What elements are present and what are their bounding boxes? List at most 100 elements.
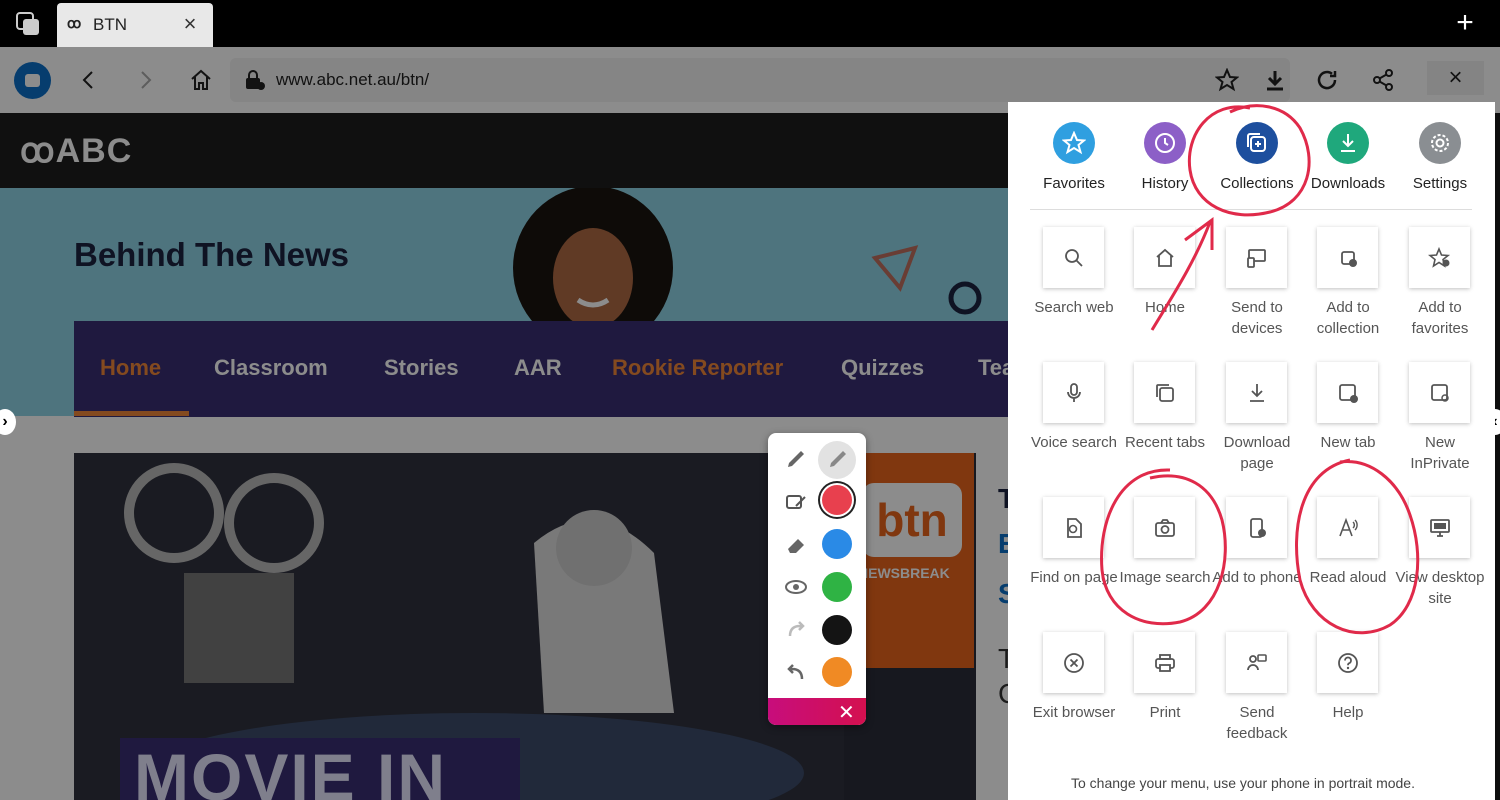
redo-icon[interactable]: [784, 618, 808, 642]
menu-print-tile: [1134, 632, 1195, 693]
menu-download-page[interactable]: Download page: [1211, 362, 1303, 482]
menu-favorites[interactable]: Favorites: [1028, 122, 1120, 197]
close-menu-button[interactable]: ×: [1427, 61, 1484, 95]
active-nav-underline: [74, 411, 189, 416]
page-title: Behind The News: [74, 236, 350, 273]
menu-recent-tabs[interactable]: Recent tabs: [1119, 362, 1211, 482]
view-desktop-site-icon: [1429, 518, 1450, 537]
undo-icon[interactable]: [784, 661, 808, 685]
nav-aar[interactable]: AAR: [514, 355, 562, 381]
menu-voice-search-label: Voice search: [1031, 434, 1117, 451]
color-swatch-red[interactable]: [822, 485, 852, 515]
share-icon[interactable]: [1366, 63, 1400, 97]
favorite-star-icon[interactable]: [1210, 63, 1244, 97]
menu-collections[interactable]: Collections: [1211, 122, 1303, 197]
color-swatch-blue[interactable]: [822, 529, 852, 559]
nav-quizzes[interactable]: Quizzes: [841, 355, 924, 381]
url-text[interactable]: www.abc.net.au/btn/: [276, 70, 429, 90]
highlighter-icon[interactable]: [784, 490, 808, 514]
menu-help[interactable]: Help: [1302, 632, 1394, 752]
address-bar[interactable]: www.abc.net.au/btn/: [230, 58, 1290, 102]
menu-image-search[interactable]: Image search: [1119, 497, 1211, 617]
menu-send-to-devices-label: Send to devices: [1231, 299, 1283, 337]
downloads-circle: [1327, 122, 1369, 164]
menu-footer-text: To change your menu, use your phone in p…: [1071, 775, 1415, 791]
download-icon[interactable]: [1258, 63, 1292, 97]
menu-voice-search[interactable]: Voice search: [1028, 362, 1120, 482]
menu-settings[interactable]: Settings: [1394, 122, 1486, 197]
menu-add-to-phone-label: Add to phone: [1212, 569, 1302, 586]
menu-find-on-page-tile: [1043, 497, 1104, 558]
menu-history[interactable]: History: [1119, 122, 1211, 197]
menu-view-desktop-site[interactable]: View desktop site: [1394, 497, 1486, 617]
featured-story-card[interactable]: btn NEWSBREAK MOVIE IN: [74, 453, 1008, 800]
menu-print[interactable]: Print: [1119, 632, 1211, 752]
menu-add-to-phone[interactable]: Add to phone: [1211, 497, 1303, 617]
menu-new-inprivate[interactable]: New InPrivate: [1394, 362, 1486, 482]
menu-add-to-collection[interactable]: Add to collection: [1302, 227, 1394, 347]
lock-icon[interactable]: [242, 68, 266, 97]
annotation-close-button[interactable]: ✕: [768, 698, 866, 725]
favorites-circle: [1053, 122, 1095, 164]
menu-read-aloud-label: Read aloud: [1309, 569, 1387, 586]
add-to-phone-icon: [1249, 517, 1266, 538]
color-swatch-black[interactable]: [822, 615, 852, 645]
menu-send-feedback[interactable]: Send feedback: [1211, 632, 1303, 752]
recent-tabs-icon: [1155, 383, 1174, 402]
menu-help-label: Help: [1332, 704, 1364, 721]
download-arrow-icon: [1341, 134, 1355, 152]
history-circle: [1144, 122, 1186, 164]
home-button[interactable]: [184, 63, 218, 97]
nav-classroom[interactable]: Classroom: [214, 355, 328, 381]
refresh-icon[interactable]: [1310, 63, 1344, 97]
menu-downloads[interactable]: Downloads: [1302, 122, 1394, 197]
color-swatch-orange[interactable]: [822, 657, 852, 687]
profile-button[interactable]: [14, 62, 51, 99]
new-inprivate-icon: [1430, 383, 1449, 402]
back-button[interactable]: [72, 63, 106, 97]
annotation-toolbar: ✕: [768, 433, 866, 725]
nav-stories[interactable]: Stories: [384, 355, 459, 381]
new-tab-icon[interactable]: +: [1450, 8, 1480, 38]
menu-collections-label: Collections: [1220, 175, 1294, 192]
menu-send-to-devices-tile: [1226, 227, 1287, 288]
exit-browser-icon: [1063, 652, 1084, 673]
tab-btn[interactable]: ꝏ BTN ×: [57, 3, 213, 47]
story-headline: MOVIE IN: [134, 740, 448, 800]
menu-add-to-favorites-label: Add to favorites: [1411, 299, 1469, 337]
tab-close-icon[interactable]: ×: [177, 11, 203, 37]
menu-home[interactable]: Home: [1119, 227, 1211, 347]
pencil-icon[interactable]: [826, 447, 850, 471]
menu-send-feedback-label: Send feedback: [1226, 704, 1288, 742]
abc-logo[interactable]: ꝏABC: [20, 131, 132, 171]
menu-recent-tabs-label: Recent tabs: [1124, 434, 1206, 451]
menu-find-on-page-label: Find on page: [1030, 569, 1118, 586]
nav-teachers[interactable]: Tea: [978, 355, 1008, 381]
menu-divider: [1030, 209, 1472, 210]
menu-send-to-devices[interactable]: Send to devices: [1211, 227, 1303, 347]
menu-read-aloud[interactable]: Read aloud: [1302, 497, 1394, 617]
tab-switcher-icon[interactable]: [14, 10, 42, 38]
forward-button[interactable]: [128, 63, 162, 97]
print-icon: [1154, 653, 1175, 672]
menu-exit-browser[interactable]: Exit browser: [1028, 632, 1120, 752]
nav-rookie-reporter[interactable]: Rookie Reporter: [612, 355, 783, 381]
menu-search-web[interactable]: Search web: [1028, 227, 1120, 347]
color-swatch-green[interactable]: [822, 572, 852, 602]
menu-add-to-favorites[interactable]: Add to favorites: [1394, 227, 1486, 347]
nav-home[interactable]: Home: [100, 355, 161, 381]
menu-view-desktop-site-tile: [1409, 497, 1470, 558]
menu-new-tab[interactable]: New tab: [1302, 362, 1394, 482]
side-story-column: T E S T C: [976, 453, 1008, 800]
eraser-icon[interactable]: [784, 533, 808, 557]
pen-icon[interactable]: [784, 447, 808, 471]
menu-find-on-page[interactable]: Find on page: [1028, 497, 1120, 617]
menu-exit-browser-tile: [1043, 632, 1104, 693]
history-clock-icon: [1155, 133, 1175, 153]
menu-history-label: History: [1141, 175, 1189, 192]
briefcase-icon: [25, 74, 40, 87]
menu-new-inprivate-tile: [1409, 362, 1470, 423]
eye-icon[interactable]: [784, 575, 808, 599]
menu-add-to-collection-tile: [1317, 227, 1378, 288]
new-tab-icon: [1338, 383, 1358, 403]
